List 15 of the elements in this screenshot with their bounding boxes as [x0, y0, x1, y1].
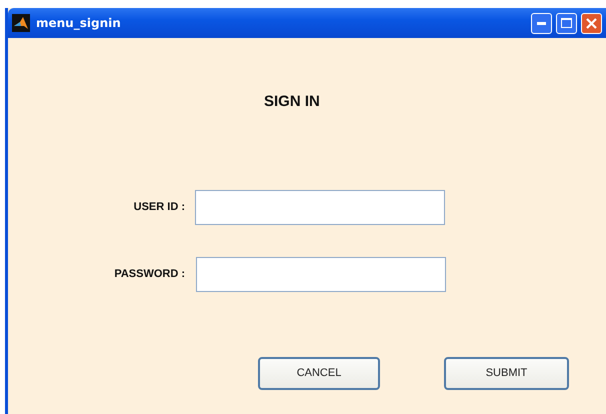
user-id-field[interactable] [195, 190, 445, 225]
window-title: menu_signin [36, 15, 121, 32]
password-field[interactable] [196, 257, 446, 292]
maximize-icon [561, 18, 572, 28]
form-heading: SIGN IN [264, 94, 321, 109]
field-label: PASSWORD : [113, 267, 185, 282]
minimize-button[interactable] [531, 12, 552, 34]
close-icon [586, 18, 597, 28]
cancel-button[interactable]: CANCEL [258, 357, 380, 390]
minimize-icon [537, 22, 546, 24]
field-label: USER ID : [132, 200, 185, 216]
app-logo-icon [12, 14, 30, 32]
submit-button[interactable]: SUBMIT [444, 357, 569, 390]
maximize-button[interactable] [556, 12, 577, 34]
close-button[interactable] [581, 12, 602, 34]
